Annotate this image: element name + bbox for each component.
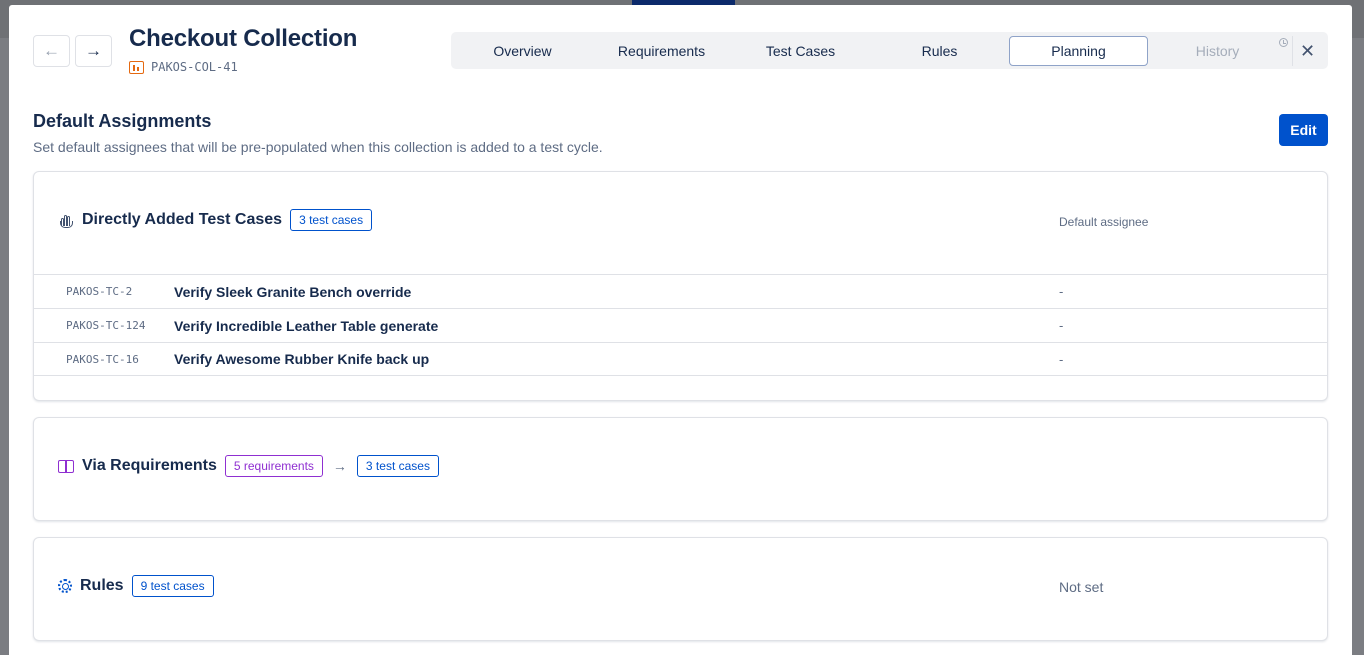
via-requirements-card[interactable]: Via Requirements 5 requirements → 3 test… [33, 417, 1328, 521]
collection-modal: ← → Checkout Collection PAKOS-COL-41 Ove… [9, 5, 1352, 655]
direct-count-badge: 3 test cases [290, 209, 373, 231]
default-assignee-column-label: Default assignee [1059, 215, 1149, 229]
tab-bar: Overview Requirements Test Cases Rules P… [451, 32, 1328, 69]
arrow-right-icon: → [332, 458, 347, 474]
table-row[interactable]: PAKOS-TC-124 Verify Incredible Leather T… [34, 308, 1327, 342]
test-case-key: PAKOS-TC-16 [66, 352, 139, 366]
tab-rules[interactable]: Rules [870, 36, 1009, 66]
direct-card-header: Directly Added Test Cases 3 test cases [58, 209, 373, 231]
rules-assignee: Not set [1059, 579, 1104, 595]
test-case-assignee: - [1059, 351, 1064, 367]
table-row[interactable]: PAKOS-TC-16 Verify Awesome Rubber Knife … [34, 342, 1327, 376]
via-requirements-test-case-badge: 3 test cases [356, 455, 439, 477]
section-title: Default Assignments [33, 111, 212, 131]
book-icon [58, 459, 74, 473]
close-button[interactable]: ✕ [1292, 36, 1322, 66]
page-title: Checkout Collection [129, 25, 358, 52]
direct-test-cases-card: Directly Added Test Cases 3 test cases D… [33, 171, 1328, 401]
tab-history: History [1195, 43, 1240, 59]
close-icon: ✕ [1299, 40, 1316, 61]
modal-header: ← → Checkout Collection PAKOS-COL-41 Ove… [9, 5, 1352, 95]
rules-card[interactable]: Rules 9 test cases Not set [33, 537, 1328, 641]
via-requirements-title: Via Requirements [82, 457, 217, 474]
back-button[interactable]: ← [33, 35, 70, 67]
collection-key-text: PAKOS-COL-41 [151, 60, 238, 74]
direct-test-case-list: PAKOS-TC-2 Verify Sleek Granite Bench ov… [34, 274, 1327, 376]
rules-count-badge: 9 test cases [131, 575, 214, 597]
rules-card-header: Rules 9 test cases [58, 575, 214, 597]
tab-overview[interactable]: Overview [453, 36, 592, 66]
requirements-count-badge: 5 requirements [224, 455, 323, 477]
via-requirements-header: Via Requirements 5 requirements → 3 test… [58, 455, 439, 477]
tab-planning[interactable]: Planning [1009, 36, 1148, 66]
hand-icon [58, 212, 74, 228]
arrow-left-icon: ← [43, 41, 60, 60]
tab-requirements[interactable]: Requirements [592, 36, 731, 66]
test-case-assignee: - [1059, 284, 1064, 299]
gear-icon [58, 579, 72, 593]
arrow-right-icon: → [85, 41, 102, 60]
collection-icon [129, 60, 144, 74]
rules-card-title: Rules [80, 577, 124, 594]
collection-key: PAKOS-COL-41 [129, 60, 238, 74]
tab-test-cases[interactable]: Test Cases [731, 36, 870, 66]
test-case-assignee: - [1059, 318, 1064, 333]
edit-button[interactable]: Edit [1279, 114, 1328, 146]
section-description: Set default assignees that will be pre-p… [33, 139, 603, 155]
direct-card-title: Directly Added Test Cases [82, 211, 283, 228]
test-case-name: Verify Incredible Leather Table generate [174, 317, 439, 334]
clock-icon [1279, 38, 1288, 47]
default-assignments-header: Default Assignments Set default assignee… [33, 111, 603, 155]
forward-button[interactable]: → [75, 35, 112, 67]
test-case-name: Verify Awesome Rubber Knife back up [174, 351, 430, 367]
test-case-name: Verify Sleek Granite Bench override [174, 283, 412, 300]
test-case-key: PAKOS-TC-124 [66, 319, 146, 332]
table-row[interactable]: PAKOS-TC-2 Verify Sleek Granite Bench ov… [34, 274, 1327, 308]
test-case-key: PAKOS-TC-2 [66, 285, 133, 298]
